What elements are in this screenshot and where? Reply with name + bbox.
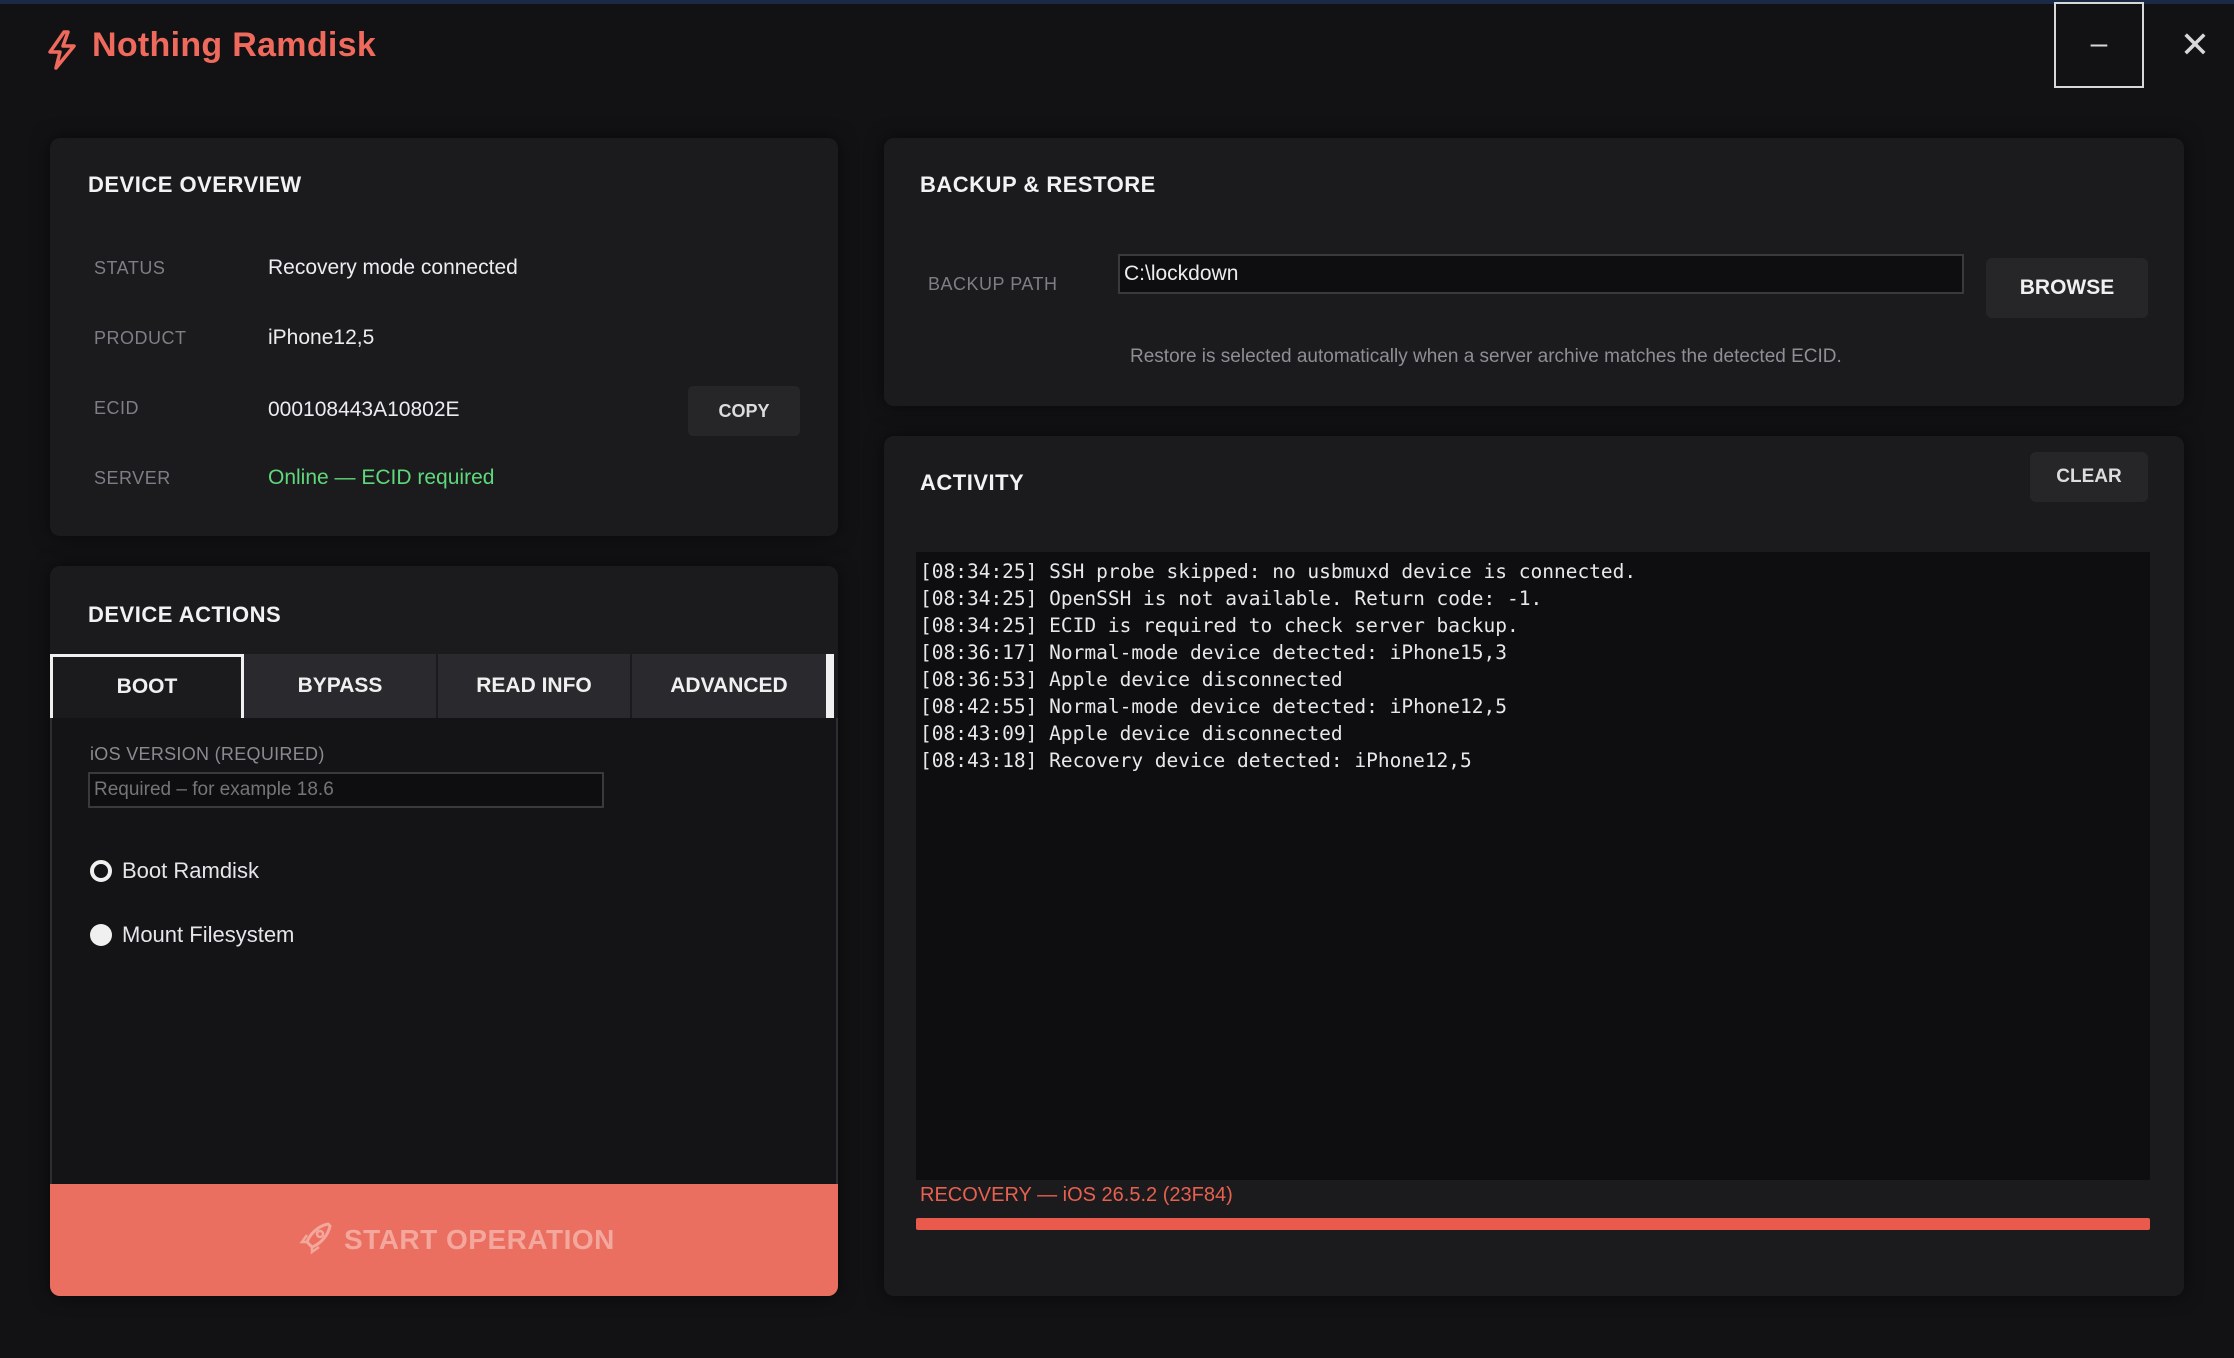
ios-version-input[interactable] bbox=[88, 772, 604, 808]
backup-path-input[interactable]: C:\lockdown bbox=[1118, 254, 1964, 294]
log-line: [08:43:09] Apple device disconnected bbox=[920, 722, 1343, 745]
mount-filesystem-label[interactable]: Mount Filesystem bbox=[122, 922, 294, 948]
log-line: [08:34:25] ECID is required to check ser… bbox=[920, 614, 1519, 637]
device-actions-panel: DEVICE ACTIONS BOOT BYPASS READ INFO ADV… bbox=[50, 566, 838, 1296]
device-actions-title: DEVICE ACTIONS bbox=[88, 602, 282, 627]
minimize-button[interactable]: – bbox=[2054, 2, 2144, 88]
progress-bar-fill bbox=[916, 1218, 2150, 1230]
backup-path-label: BACKUP PATH bbox=[928, 274, 1058, 294]
tab-boot[interactable]: BOOT bbox=[50, 654, 244, 718]
ios-version-label: iOS VERSION (REQUIRED) bbox=[90, 744, 325, 764]
lightning-logo-icon bbox=[48, 30, 76, 70]
backup-restore-title: BACKUP & RESTORE bbox=[920, 172, 1156, 197]
ecid-value: 000108443A10802E bbox=[268, 398, 460, 421]
boot-ramdisk-radio[interactable] bbox=[90, 860, 112, 882]
title-bar[interactable]: Nothing Ramdisk – ✕ bbox=[0, 0, 2234, 110]
browse-button[interactable]: BROWSE bbox=[1986, 258, 2148, 318]
device-status-text: RECOVERY — iOS 26.5.2 (23F84) bbox=[920, 1184, 1233, 1206]
log-line: [08:42:55] Normal-mode device detected: … bbox=[920, 695, 1507, 718]
product-label: PRODUCT bbox=[94, 328, 187, 348]
actions-tab-bar: BOOT BYPASS READ INFO ADVANCED bbox=[50, 654, 838, 718]
backup-restore-hint: Restore is selected automatically when a… bbox=[1130, 346, 1842, 367]
server-value: Online — ECID required bbox=[268, 466, 495, 489]
boot-ramdisk-label[interactable]: Boot Ramdisk bbox=[122, 858, 259, 884]
log-line: [08:36:53] Apple device disconnected bbox=[920, 668, 1343, 691]
start-operation-button[interactable]: START OPERATION bbox=[50, 1184, 838, 1296]
copy-ecid-button[interactable]: COPY bbox=[688, 386, 800, 436]
ecid-label: ECID bbox=[94, 398, 140, 418]
rocket-icon bbox=[299, 1222, 332, 1255]
activity-panel: ACTIVITY CLEAR [08:34:25] SSH probe skip… bbox=[884, 436, 2184, 1296]
log-line: [08:43:18] Recovery device detected: iPh… bbox=[920, 749, 1472, 772]
clear-log-button[interactable]: CLEAR bbox=[2030, 452, 2148, 502]
tab-bar-edge bbox=[826, 654, 834, 718]
log-line: [08:36:17] Normal-mode device detected: … bbox=[920, 641, 1507, 664]
server-label: SERVER bbox=[94, 468, 171, 488]
tab-read-info[interactable]: READ INFO bbox=[438, 654, 630, 718]
device-overview-panel: DEVICE OVERVIEW STATUS Recovery mode con… bbox=[50, 138, 838, 536]
activity-log[interactable]: [08:34:25] SSH probe skipped: no usbmuxd… bbox=[916, 552, 2150, 1180]
progress-bar bbox=[916, 1218, 2150, 1230]
mount-filesystem-radio[interactable] bbox=[90, 924, 112, 946]
close-button[interactable]: ✕ bbox=[2170, 20, 2220, 70]
tab-bypass[interactable]: BYPASS bbox=[244, 654, 436, 718]
start-operation-label: START OPERATION bbox=[344, 1224, 615, 1255]
activity-title: ACTIVITY bbox=[920, 470, 1025, 495]
device-overview-title: DEVICE OVERVIEW bbox=[88, 172, 302, 197]
status-value: Recovery mode connected bbox=[268, 256, 518, 279]
log-line: [08:34:25] SSH probe skipped: no usbmuxd… bbox=[920, 560, 1637, 583]
product-value: iPhone12,5 bbox=[268, 326, 375, 349]
app-title: Nothing Ramdisk bbox=[92, 26, 377, 64]
log-line: [08:34:25] OpenSSH is not available. Ret… bbox=[920, 587, 1543, 610]
backup-restore-panel: BACKUP & RESTORE BACKUP PATH C:\lockdown… bbox=[884, 138, 2184, 406]
tab-advanced[interactable]: ADVANCED bbox=[632, 654, 826, 718]
status-label: STATUS bbox=[94, 258, 166, 278]
